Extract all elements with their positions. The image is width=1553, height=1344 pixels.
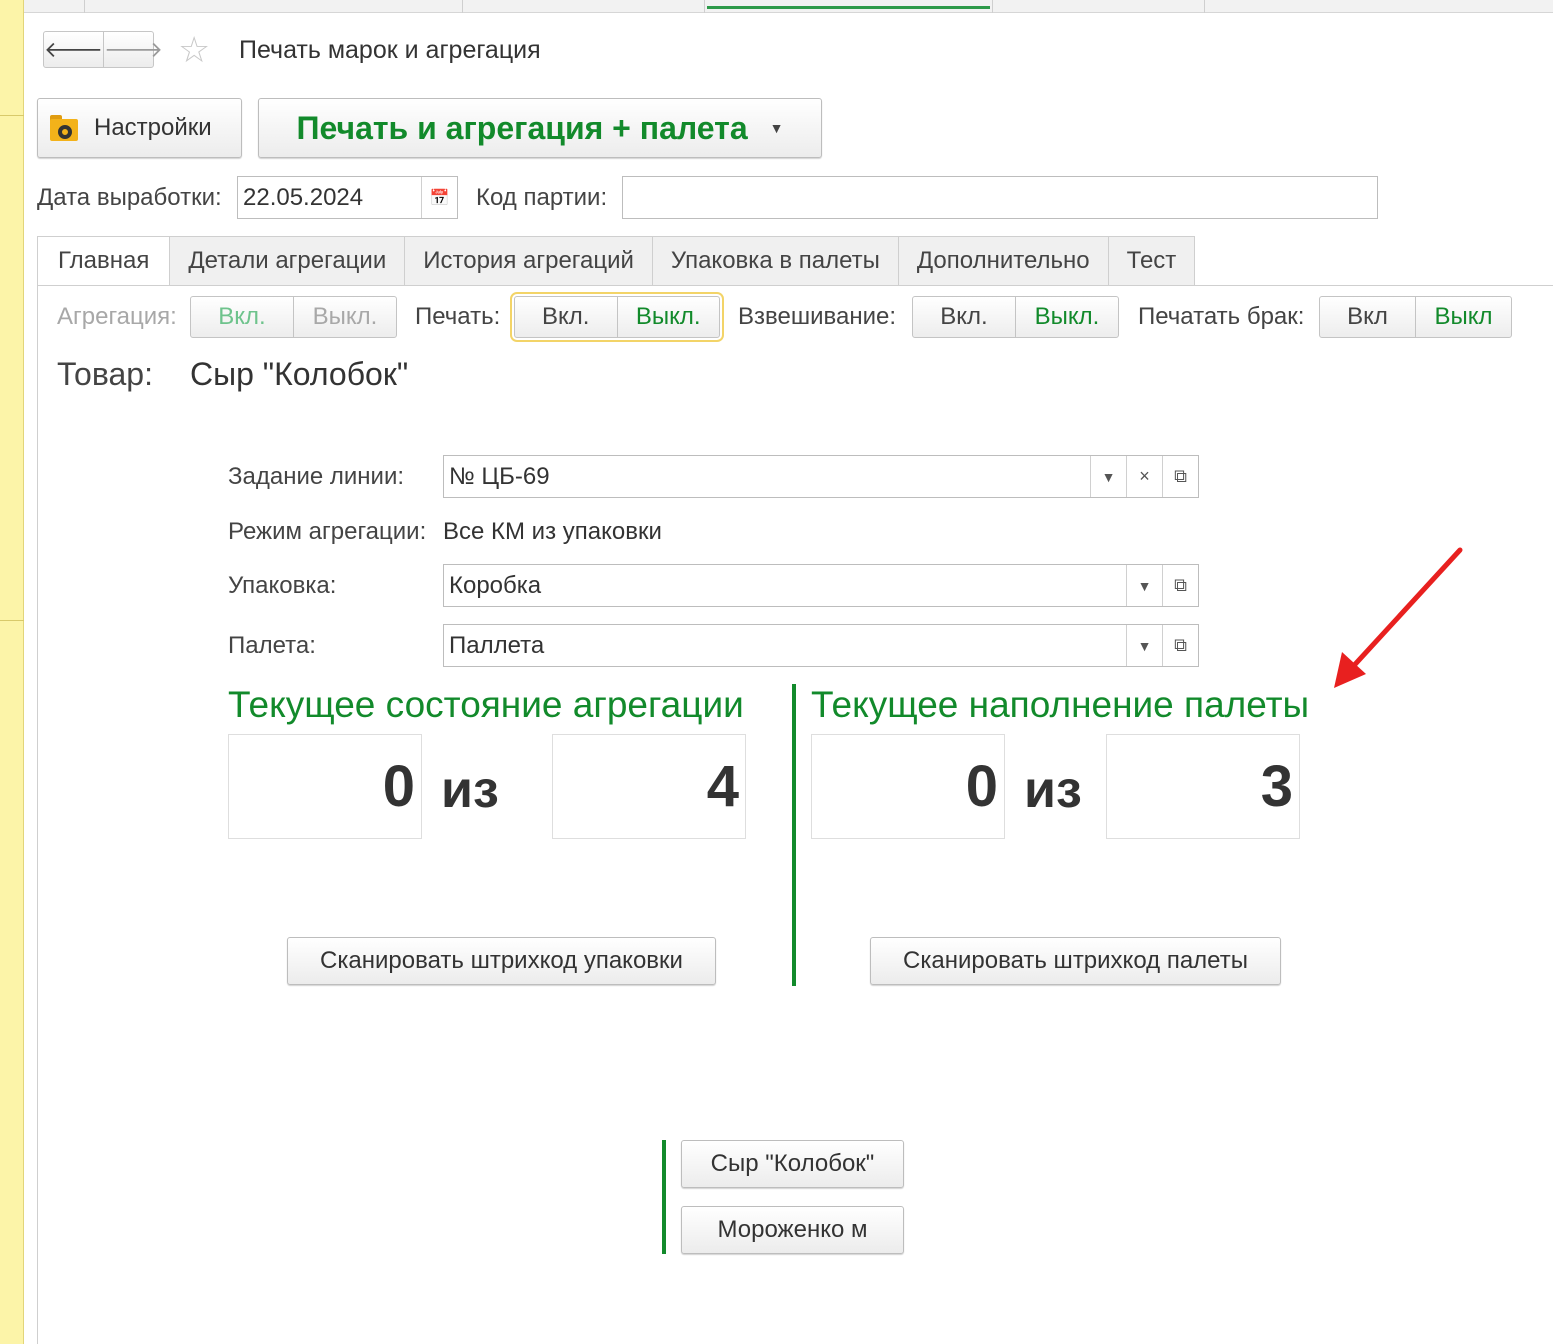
- product-button[interactable]: Сыр "Колобок": [681, 1140, 904, 1188]
- tab-main[interactable]: Главная: [37, 236, 171, 286]
- aggregation-mode-value: Все КМ из упаковки: [443, 518, 662, 545]
- arrow-left-icon: 🡐: [44, 36, 103, 62]
- form-tabs: Главная Детали агрегации История агрегац…: [37, 236, 1196, 286]
- line-task-value: № ЦБ-69: [449, 462, 550, 490]
- line-task-clear-icon[interactable]: ×: [1126, 456, 1162, 497]
- package-dropdown-icon[interactable]: ▼: [1126, 565, 1162, 606]
- pallet-current-count: 0: [811, 734, 1005, 839]
- package-value: Коробка: [449, 571, 542, 599]
- line-task-dropdown-icon[interactable]: ▼: [1090, 456, 1126, 497]
- goods-label: Товар:: [57, 356, 153, 392]
- print-aggregation-label: Печать и агрегация + палета: [296, 109, 748, 146]
- window-tab-separator: [84, 0, 85, 13]
- aggregation-of-label: из: [441, 761, 499, 819]
- weighing-toggle[interactable]: Вкл. Выкл.: [912, 296, 1119, 338]
- aggregation-on-option[interactable]: Вкл.: [191, 297, 293, 337]
- page-title: Печать марок и агрегация: [239, 36, 541, 64]
- print-defect-off-option[interactable]: Выкл: [1415, 297, 1511, 337]
- settings-button-label: Настройки: [94, 114, 212, 141]
- weighing-on-option[interactable]: Вкл.: [913, 297, 1015, 337]
- forward-button[interactable]: 🡒: [103, 32, 163, 67]
- back-button[interactable]: 🡐: [44, 32, 103, 67]
- print-defect-toggle-label: Печатать брак:: [1138, 303, 1305, 330]
- package-open-icon[interactable]: ⧉: [1162, 565, 1198, 606]
- aggregation-state-title: Текущее состояние агрегации: [228, 684, 744, 725]
- chevron-down-icon: ▼: [769, 120, 784, 136]
- print-toggle-label: Печать:: [415, 303, 501, 330]
- line-task-label: Задание линии:: [228, 463, 405, 490]
- print-on-option[interactable]: Вкл.: [515, 297, 617, 337]
- scan-package-button[interactable]: Сканировать штрихкод упаковки: [287, 937, 716, 985]
- print-toggle[interactable]: Вкл. Выкл.: [510, 292, 724, 342]
- weighing-toggle-label: Взвешивание:: [738, 303, 897, 330]
- production-date-value: 22.05.2024: [243, 183, 364, 211]
- pallet-of-label: из: [1024, 761, 1082, 819]
- goods-value: Сыр "Колобок": [190, 356, 409, 392]
- arrow-right-icon: 🡒: [104, 36, 163, 62]
- section-divider: [792, 684, 796, 986]
- scan-pallet-button[interactable]: Сканировать штрихкод палеты: [870, 937, 1281, 985]
- aggregation-off-option[interactable]: Выкл.: [293, 297, 396, 337]
- pallet-open-icon[interactable]: ⧉: [1162, 625, 1198, 666]
- print-off-option[interactable]: Выкл.: [616, 297, 720, 337]
- calendar-icon[interactable]: 📅: [421, 177, 457, 218]
- aggregation-toggle-label: Агрегация:: [57, 303, 177, 330]
- pallet-value: Паллета: [449, 631, 545, 659]
- aggregation-mode-label: Режим агрегации:: [228, 518, 427, 545]
- product-list-divider: [662, 1140, 666, 1254]
- window-tab-separator: [992, 0, 993, 13]
- batch-code-field[interactable]: [622, 176, 1378, 219]
- pallet-dropdown-icon[interactable]: ▼: [1126, 625, 1162, 666]
- window-tab-separator: [1204, 0, 1205, 13]
- batch-code-label: Код партии:: [476, 184, 608, 211]
- side-panel-strip: [0, 0, 24, 1344]
- pallet-label: Палета:: [228, 632, 316, 659]
- aggregation-total-count: 4: [552, 734, 746, 839]
- product-button[interactable]: Мороженко м: [681, 1206, 904, 1254]
- window-tab-separator: [704, 0, 705, 13]
- window-tab-separator: [462, 0, 463, 13]
- print-defect-toggle[interactable]: Вкл Выкл: [1319, 296, 1512, 338]
- aggregation-toggle[interactable]: Вкл. Выкл.: [190, 296, 397, 338]
- production-date-field[interactable]: 22.05.2024 📅: [237, 176, 458, 219]
- weighing-off-option[interactable]: Выкл.: [1015, 297, 1118, 337]
- print-defect-on-option[interactable]: Вкл: [1320, 297, 1415, 337]
- package-field[interactable]: Коробка ▼ ⧉: [443, 564, 1199, 607]
- tab-test[interactable]: Тест: [1108, 236, 1196, 286]
- open-windows-bar: [24, 0, 1553, 13]
- line-task-open-icon[interactable]: ⧉: [1162, 456, 1198, 497]
- settings-button[interactable]: Настройки: [37, 98, 242, 158]
- line-task-field[interactable]: № ЦБ-69 ▼ × ⧉: [443, 455, 1199, 498]
- pallet-field[interactable]: Паллета ▼ ⧉: [443, 624, 1199, 667]
- aggregation-current-count: 0: [228, 734, 422, 839]
- pallet-total-count: 3: [1106, 734, 1300, 839]
- tab-aggregation-history[interactable]: История агрегаций: [405, 236, 653, 286]
- tab-pallet-packing[interactable]: Упаковка в палеты: [652, 236, 899, 286]
- tab-additional[interactable]: Дополнительно: [898, 236, 1109, 286]
- pallet-state-title: Текущее наполнение палеты: [811, 684, 1310, 725]
- star-icon[interactable]: ☆: [178, 32, 210, 68]
- print-aggregation-button[interactable]: Печать и агрегация + палета ▼: [258, 98, 822, 158]
- production-date-label: Дата выработки:: [37, 184, 222, 211]
- side-panel-divider: [0, 115, 24, 116]
- settings-folder-icon: [50, 115, 80, 141]
- side-panel-divider: [0, 620, 24, 621]
- tab-aggregation-details[interactable]: Детали агрегации: [170, 236, 406, 286]
- annotation-arrow-icon: [1334, 547, 1463, 688]
- history-nav: 🡐 🡒: [43, 31, 163, 68]
- package-label: Упаковка:: [228, 572, 337, 599]
- active-window-tab[interactable]: [707, 6, 990, 9]
